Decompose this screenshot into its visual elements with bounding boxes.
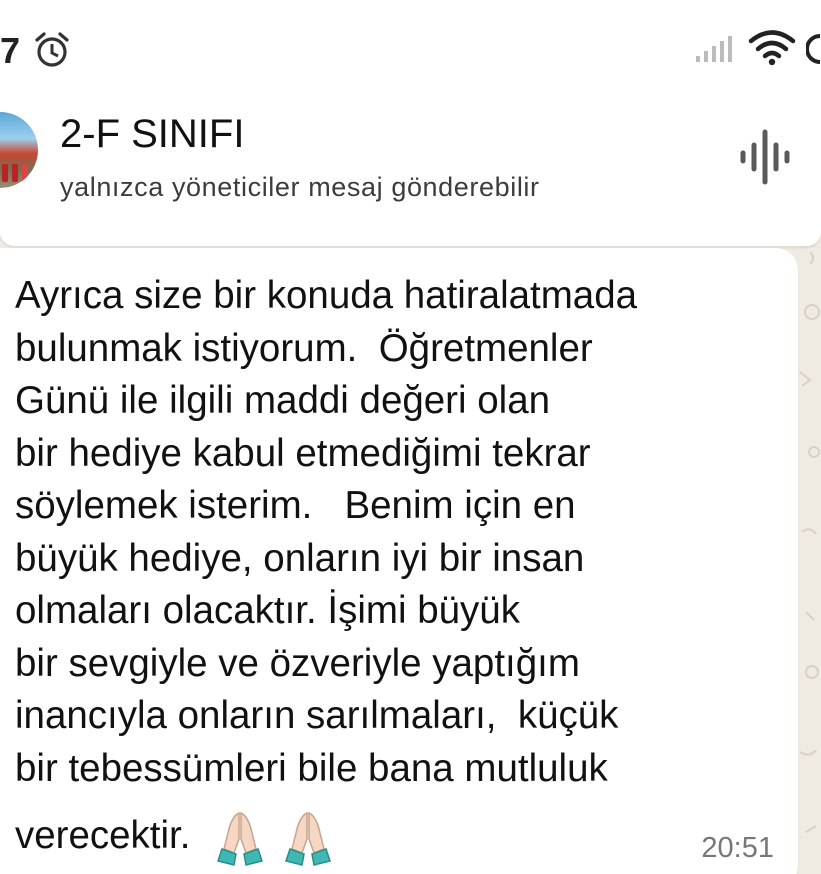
avatar-figure xyxy=(12,164,18,182)
message-line: Ayrıca size bir konuda hatiralatmada xyxy=(15,274,638,317)
message-last-line: verecektir. xyxy=(15,809,637,866)
wifi-icon xyxy=(748,30,796,66)
chat-header[interactable]: 2-F SINIFI yalnızca yöneticiler mesaj gö… xyxy=(0,100,821,232)
avatar-figure xyxy=(2,164,8,182)
message-timestamp: 20:51 xyxy=(701,832,774,864)
voice-chat-icon[interactable] xyxy=(738,128,792,186)
folded-hands-icon xyxy=(285,811,332,866)
message-line: olmaları olacaktır. İşimi büyük xyxy=(15,589,520,632)
status-bar: 7 xyxy=(0,0,821,100)
message-line: inancıyla onların sarılmaları, küçük xyxy=(15,694,619,737)
message-line: bir hediye kabul etmediğimi tekrar xyxy=(15,431,591,475)
message-line: büyük hediye, onların iyi bir insan xyxy=(15,536,585,580)
battery-icon xyxy=(806,34,821,64)
screen: 7 2-F SINIFI yalnızca yöneticiler mesaj … xyxy=(0,0,821,874)
message-bubble[interactable]: Ayrıca size bir konuda hatiralatmada bul… xyxy=(0,248,798,874)
message-line: bir tebessümleri bile bana mutluluk xyxy=(15,746,608,790)
message-line: söylemek isterim. Benim için en xyxy=(15,484,576,527)
message-line: bir sevgiyle ve özveriyle yaptığım xyxy=(15,641,580,685)
chat-area[interactable]: Ayrıca size bir konuda hatiralatmada bul… xyxy=(0,232,821,874)
message-line: Günü ile ilgili maddi değeri olan xyxy=(15,379,551,422)
group-title[interactable]: 2-F SINIFI xyxy=(60,112,244,157)
header-divider xyxy=(0,232,821,246)
group-avatar[interactable] xyxy=(0,112,38,188)
folded-hands-icon xyxy=(217,811,264,866)
signal-icon xyxy=(696,36,732,62)
message-last-text: verecektir. xyxy=(15,814,191,858)
status-time: 7 xyxy=(0,30,21,71)
emoji-group xyxy=(212,809,348,867)
message-line: bulunmak istiyorum. Öğretmenler xyxy=(15,326,593,370)
alarm-icon xyxy=(35,32,69,67)
message-text: Ayrıca size bir konuda hatiralatmada bul… xyxy=(15,270,638,866)
avatar-figure xyxy=(22,164,28,182)
group-subtitle: yalnızca yöneticiler mesaj gönderebilir xyxy=(60,172,540,202)
